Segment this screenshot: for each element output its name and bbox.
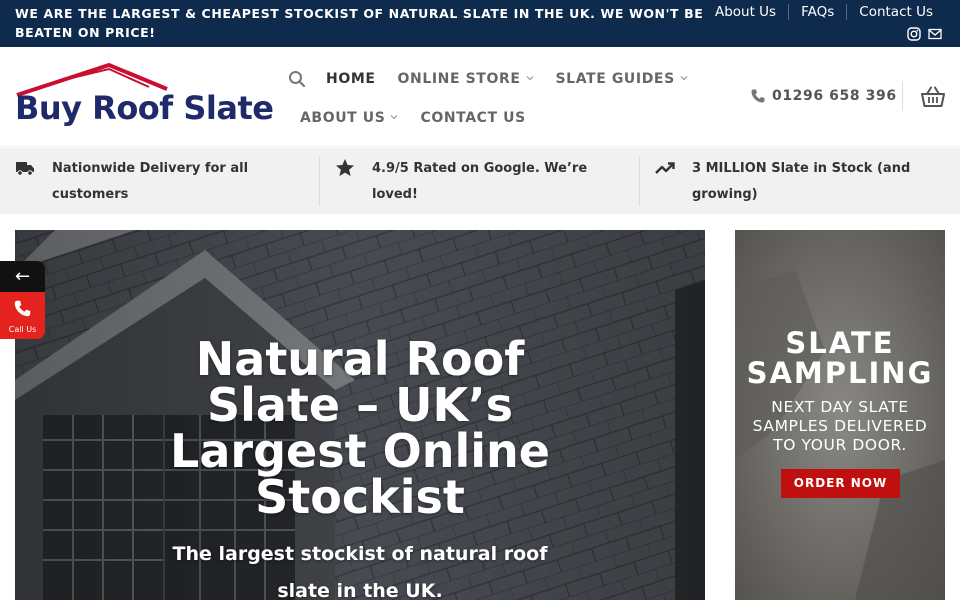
- site-header: Buy Roof Slate HOME ONLINE STORE SLATE G…: [0, 47, 960, 147]
- announcement-text: WE ARE THE LARGEST & CHEAPEST STOCKIST O…: [15, 6, 704, 40]
- promo-title: SLATE SAMPLING: [746, 326, 934, 390]
- slate-sampling-promo: SLATE SAMPLING NEXT DAY SLATE SAMPLES DE…: [735, 230, 945, 600]
- feature-rating: 4.9/5 Rated on Google. We’re loved!: [335, 148, 625, 214]
- call-us-label: Call Us: [8, 325, 37, 334]
- nav-home[interactable]: HOME: [326, 71, 376, 87]
- chevron-down-icon: [680, 76, 688, 81]
- nav-slate-guides-label: SLATE GUIDES: [555, 71, 675, 87]
- call-widget: ← Call Us: [0, 261, 45, 339]
- top-link-faqs[interactable]: FAQs: [788, 4, 846, 20]
- phone-icon: [14, 300, 31, 317]
- hero-subtitle: The largest stockist of natural roof sla…: [172, 543, 548, 600]
- nav-online-store[interactable]: ONLINE STORE: [398, 71, 534, 87]
- header-divider: [902, 81, 903, 111]
- feature-strip: Nationwide Delivery for all customers 4.…: [0, 148, 960, 214]
- main-nav: HOME ONLINE STORE SLATE GUIDES ABOUT US …: [288, 63, 718, 141]
- phone-icon: [751, 89, 765, 103]
- promo-subtitle: NEXT DAY SLATE SAMPLES DELIVERED TO YOUR…: [752, 398, 928, 454]
- feature-divider: [319, 156, 320, 206]
- logo[interactable]: Buy Roof Slate: [15, 61, 274, 133]
- top-link-contact-us[interactable]: Contact Us: [846, 4, 945, 20]
- feature-delivery: Nationwide Delivery for all customers: [15, 148, 305, 214]
- social-icons: [907, 27, 942, 41]
- feature-stock: 3 MILLION Slate in Stock (and growing): [655, 148, 945, 214]
- nav-about-us-label: ABOUT US: [300, 110, 386, 126]
- chevron-down-icon: [526, 76, 533, 81]
- order-now-button[interactable]: ORDER NOW: [781, 469, 900, 498]
- collapse-arrow-button[interactable]: ←: [0, 261, 45, 292]
- nav-online-store-label: ONLINE STORE: [397, 71, 521, 87]
- top-nav: About Us FAQs Contact Us: [703, 4, 945, 20]
- feature-rating-text: 4.9/5 Rated on Google. We’re loved!: [372, 161, 588, 202]
- logo-text: Buy Roof Slate: [15, 89, 274, 127]
- nav-contact-us[interactable]: CONTACT US: [420, 110, 525, 126]
- star-icon: [335, 158, 355, 178]
- nav-slate-guides[interactable]: SLATE GUIDES: [556, 71, 688, 87]
- search-icon[interactable]: [288, 70, 306, 88]
- announcement-bar: WE ARE THE LARGEST & CHEAPEST STOCKIST O…: [0, 0, 960, 47]
- phone-number: 01296 658 396: [772, 88, 897, 104]
- hero-title: Natural Roof Slate – UK’s Largest Online…: [170, 332, 550, 524]
- trending-up-icon: [655, 158, 675, 178]
- call-us-button[interactable]: Call Us: [0, 292, 45, 339]
- email-icon[interactable]: [928, 27, 942, 41]
- nav-about-us[interactable]: ABOUT US: [300, 110, 398, 126]
- hero-banner: Natural Roof Slate – UK’s Largest Online…: [15, 230, 705, 600]
- feature-divider: [639, 156, 640, 206]
- feature-delivery-text: Nationwide Delivery for all customers: [52, 161, 249, 202]
- truck-icon: [15, 158, 35, 178]
- phone-link[interactable]: 01296 658 396: [750, 88, 897, 104]
- instagram-icon[interactable]: [907, 27, 921, 41]
- chevron-down-icon: [391, 115, 398, 120]
- top-link-about-us[interactable]: About Us: [703, 4, 788, 20]
- feature-stock-text: 3 MILLION Slate in Stock (and growing): [692, 161, 911, 202]
- basket-icon[interactable]: [921, 86, 945, 108]
